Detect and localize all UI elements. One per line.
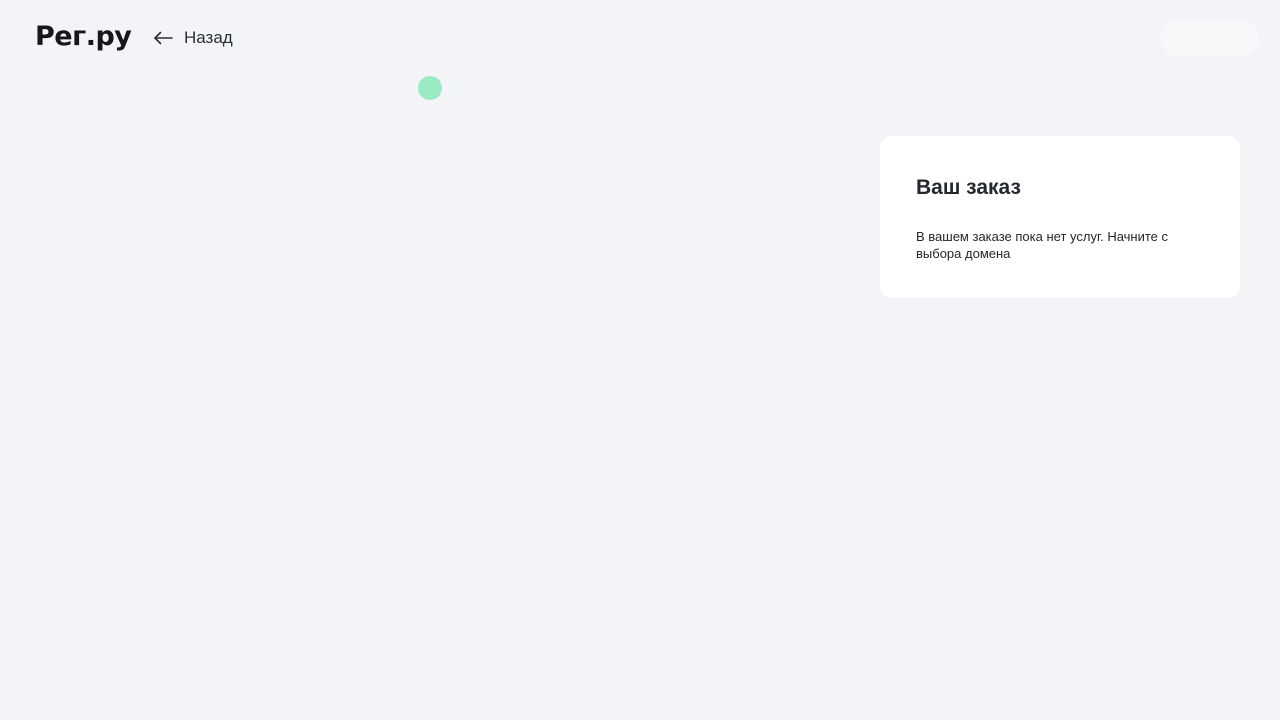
order-summary-card: Ваш заказ В вашем заказе пока нет услуг.…: [880, 136, 1240, 298]
reg-ru-logo[interactable]: Рег.ру: [35, 20, 132, 54]
account-button-placeholder[interactable]: [1160, 20, 1259, 56]
order-title: Ваш заказ: [916, 176, 1021, 199]
back-button-label: Назад: [184, 28, 233, 47]
order-empty-message: В вашем заказе пока нет услуг. Начните с…: [916, 229, 1169, 261]
loading-indicator: [418, 76, 442, 100]
top-header: Рег.ру Назад: [0, 0, 1280, 76]
arrow-left-icon: [152, 27, 174, 49]
back-button[interactable]: Назад: [152, 24, 233, 52]
